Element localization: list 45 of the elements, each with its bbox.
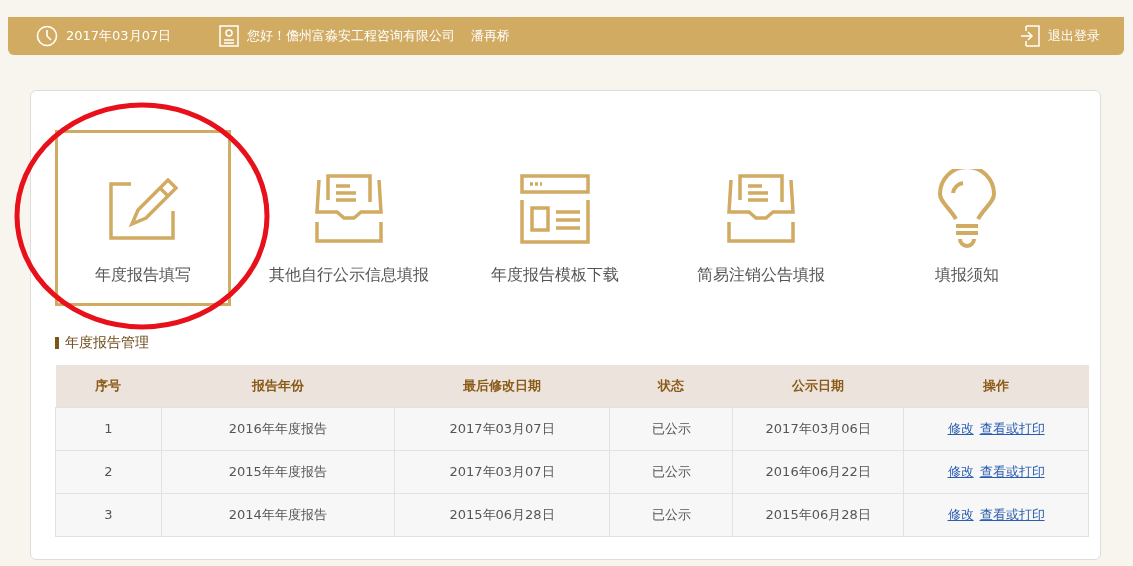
table-cell: 3 [55, 493, 162, 536]
edit-link[interactable]: 修改 [947, 463, 974, 479]
table-cell: 1 [55, 407, 162, 450]
table-cell: 2014年年度报告 [161, 493, 395, 536]
menu-tile[interactable]: 年度报告模板下载 [467, 130, 643, 306]
logout-icon [1020, 25, 1040, 47]
id-card-icon [219, 25, 240, 47]
column-header: 序号 [55, 365, 162, 407]
table-cell: 2016年年度报告 [161, 407, 395, 450]
table-cell: 2016年06月22日 [732, 450, 904, 493]
inbox-icon [314, 174, 384, 244]
column-header: 状态 [609, 365, 733, 407]
user-name: 潘再桥 [471, 27, 511, 46]
greeting-text: 您好！儋州富淼安工程咨询有限公司 [247, 27, 456, 46]
table-cell: 2015年06月28日 [732, 493, 904, 536]
menu-tile[interactable]: 其他自行公示信息填报 [261, 130, 437, 306]
menu-tile[interactable]: 简易注销公告填报 [673, 130, 849, 306]
view-print-link[interactable]: 查看或打印 [979, 463, 1045, 479]
layout-icon [520, 174, 590, 244]
table-cell: 已公示 [609, 407, 733, 450]
table-cell: 2015年年度报告 [161, 450, 395, 493]
section-marker [55, 336, 59, 349]
menu-tile[interactable]: 年度报告填写 [55, 130, 231, 306]
table-cell: 2017年03月07日 [394, 450, 610, 493]
column-header: 操作 [903, 365, 1089, 407]
edit-link[interactable]: 修改 [947, 506, 974, 522]
clock-icon [36, 25, 58, 47]
edit-link[interactable]: 修改 [947, 420, 974, 436]
table-cell: 2017年03月06日 [732, 407, 904, 450]
section-title: 年度报告管理 [65, 333, 149, 352]
table-cell: 已公示 [609, 450, 733, 493]
table-cell: 2 [55, 450, 162, 493]
view-print-link[interactable]: 查看或打印 [979, 420, 1045, 436]
column-header: 最后修改日期 [394, 365, 610, 407]
lightbulb-icon [937, 169, 997, 249]
menu-tile[interactable]: 填报须知 [879, 130, 1055, 306]
date-text: 2017年03月07日 [66, 27, 172, 46]
edit-icon [108, 178, 178, 240]
table-cell: 2015年06月28日 [394, 493, 610, 536]
column-header: 报告年份 [161, 365, 395, 407]
view-print-link[interactable]: 查看或打印 [979, 506, 1045, 522]
table-cell: 2017年03月07日 [394, 407, 610, 450]
column-header: 公示日期 [732, 365, 904, 407]
table-cell: 已公示 [609, 493, 733, 536]
inbox-icon [726, 174, 796, 244]
